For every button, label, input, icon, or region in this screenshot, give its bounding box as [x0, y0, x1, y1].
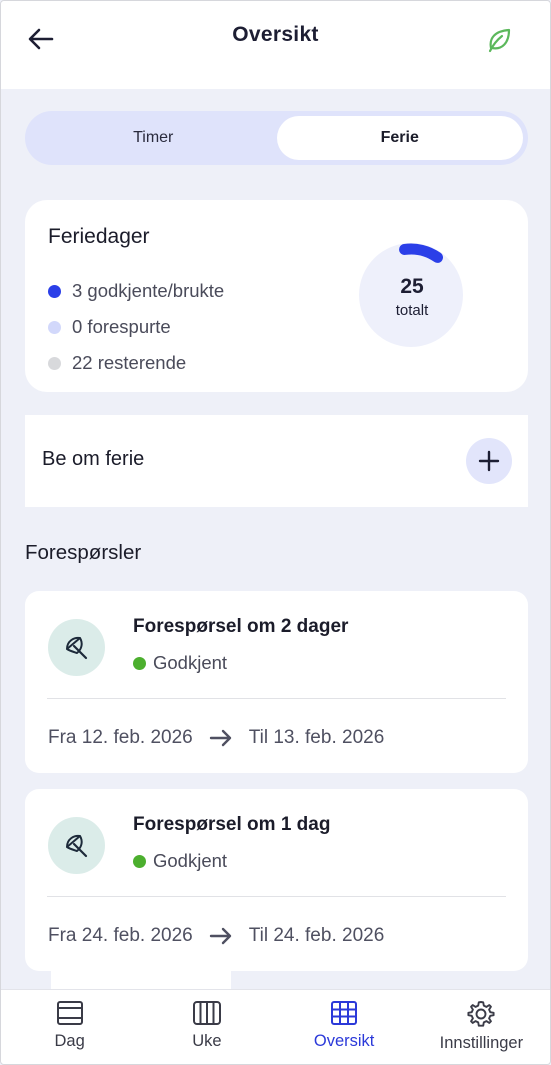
- tab-switcher: Timer Ferie: [25, 111, 528, 165]
- legend-dot: [48, 320, 61, 334]
- request-date-range: Fra 12. feb. 2026 Til 13. feb. 2026: [48, 727, 384, 749]
- legend-label: 0 forespurte: [72, 316, 171, 337]
- grid-icon: [331, 1001, 358, 1025]
- gear-icon: [467, 1001, 495, 1027]
- legend-item-approved: 3 godkjente/brukte: [48, 273, 224, 309]
- request-vacation-label: Be om ferie: [42, 448, 145, 470]
- status-dot: [133, 656, 146, 670]
- nav-item-dag[interactable]: Dag: [1, 990, 138, 1064]
- legend-label: 3 godkjente/brukte: [72, 280, 225, 301]
- request-card[interactable]: Forespørsel om 1 dag Godkjent Fra 24. fe…: [25, 789, 528, 971]
- legend-item-remaining: 22 resterende: [48, 345, 224, 381]
- requests-heading: Forespørsler: [25, 541, 142, 564]
- tab-ferie[interactable]: Ferie: [276, 116, 523, 160]
- request-vacation-row[interactable]: Be om ferie: [25, 415, 528, 507]
- vacation-summary-card: Feriedager 3 godkjente/brukte 0 forespur…: [25, 200, 528, 392]
- plus-icon: [478, 450, 500, 472]
- date-from: Fra 12. feb. 2026: [48, 727, 193, 748]
- add-request-button[interactable]: [466, 438, 512, 484]
- status-badge: Godkjent: [133, 652, 227, 674]
- date-from: Fra 24. feb. 2026: [48, 925, 193, 946]
- status-label: Godkjent: [153, 652, 228, 673]
- top-bar: Oversikt: [1, 1, 550, 89]
- divider: [47, 896, 506, 897]
- nav-item-oversikt[interactable]: Oversikt: [276, 990, 413, 1064]
- app-screen: Oversikt Timer Ferie Feriedager 3 godkje…: [0, 0, 551, 1065]
- status-dot: [133, 854, 146, 868]
- nav-label: Dag: [54, 1032, 85, 1050]
- legend-dot: [48, 356, 61, 370]
- legend-item-requested: 0 forespurte: [48, 309, 224, 345]
- leaf-icon: [488, 28, 511, 53]
- date-to: Til 24. feb. 2026: [248, 925, 385, 946]
- nav-label: Uke: [192, 1032, 222, 1050]
- legend-dot: [48, 284, 61, 298]
- request-title: Forespørsel om 2 dager: [133, 616, 349, 637]
- summary-title: Feriedager: [48, 225, 150, 248]
- legend-label: 22 resterende: [72, 352, 187, 373]
- request-card[interactable]: Forespørsel om 2 dager Godkjent Fra 12. …: [25, 591, 528, 773]
- status-label: Godkjent: [153, 850, 228, 871]
- nav-item-innstillinger[interactable]: Innstillinger: [413, 990, 550, 1064]
- arrow-right-icon: [209, 927, 233, 945]
- bottom-navigation: Dag Uke Oversikt Innstillinger: [1, 989, 550, 1064]
- date-to: Til 13. feb. 2026: [248, 727, 385, 748]
- request-title: Forespørsel om 1 dag: [133, 814, 331, 835]
- page-title: Oversikt: [232, 23, 319, 46]
- week-icon: [192, 1001, 221, 1025]
- nav-label: Oversikt: [313, 1032, 375, 1050]
- summary-legend: 3 godkjente/brukte 0 forespurte 22 reste…: [48, 273, 224, 381]
- leaf-button[interactable]: [484, 25, 514, 55]
- vacation-donut-chart: 25 totalt: [358, 237, 466, 355]
- tab-timer[interactable]: Timer: [30, 116, 277, 160]
- status-badge: Godkjent: [133, 850, 227, 872]
- divider: [47, 698, 506, 699]
- umbrella-icon: [48, 817, 105, 874]
- donut-total-label: totalt: [395, 302, 429, 319]
- umbrella-icon: [48, 619, 105, 676]
- day-icon: [56, 1001, 83, 1025]
- arrow-right-icon: [209, 729, 233, 747]
- request-date-range: Fra 24. feb. 2026 Til 24. feb. 2026: [48, 925, 384, 947]
- nav-label: Innstillinger: [439, 1034, 524, 1052]
- nav-item-uke[interactable]: Uke: [138, 990, 275, 1064]
- donut-total-number: 25: [400, 275, 424, 298]
